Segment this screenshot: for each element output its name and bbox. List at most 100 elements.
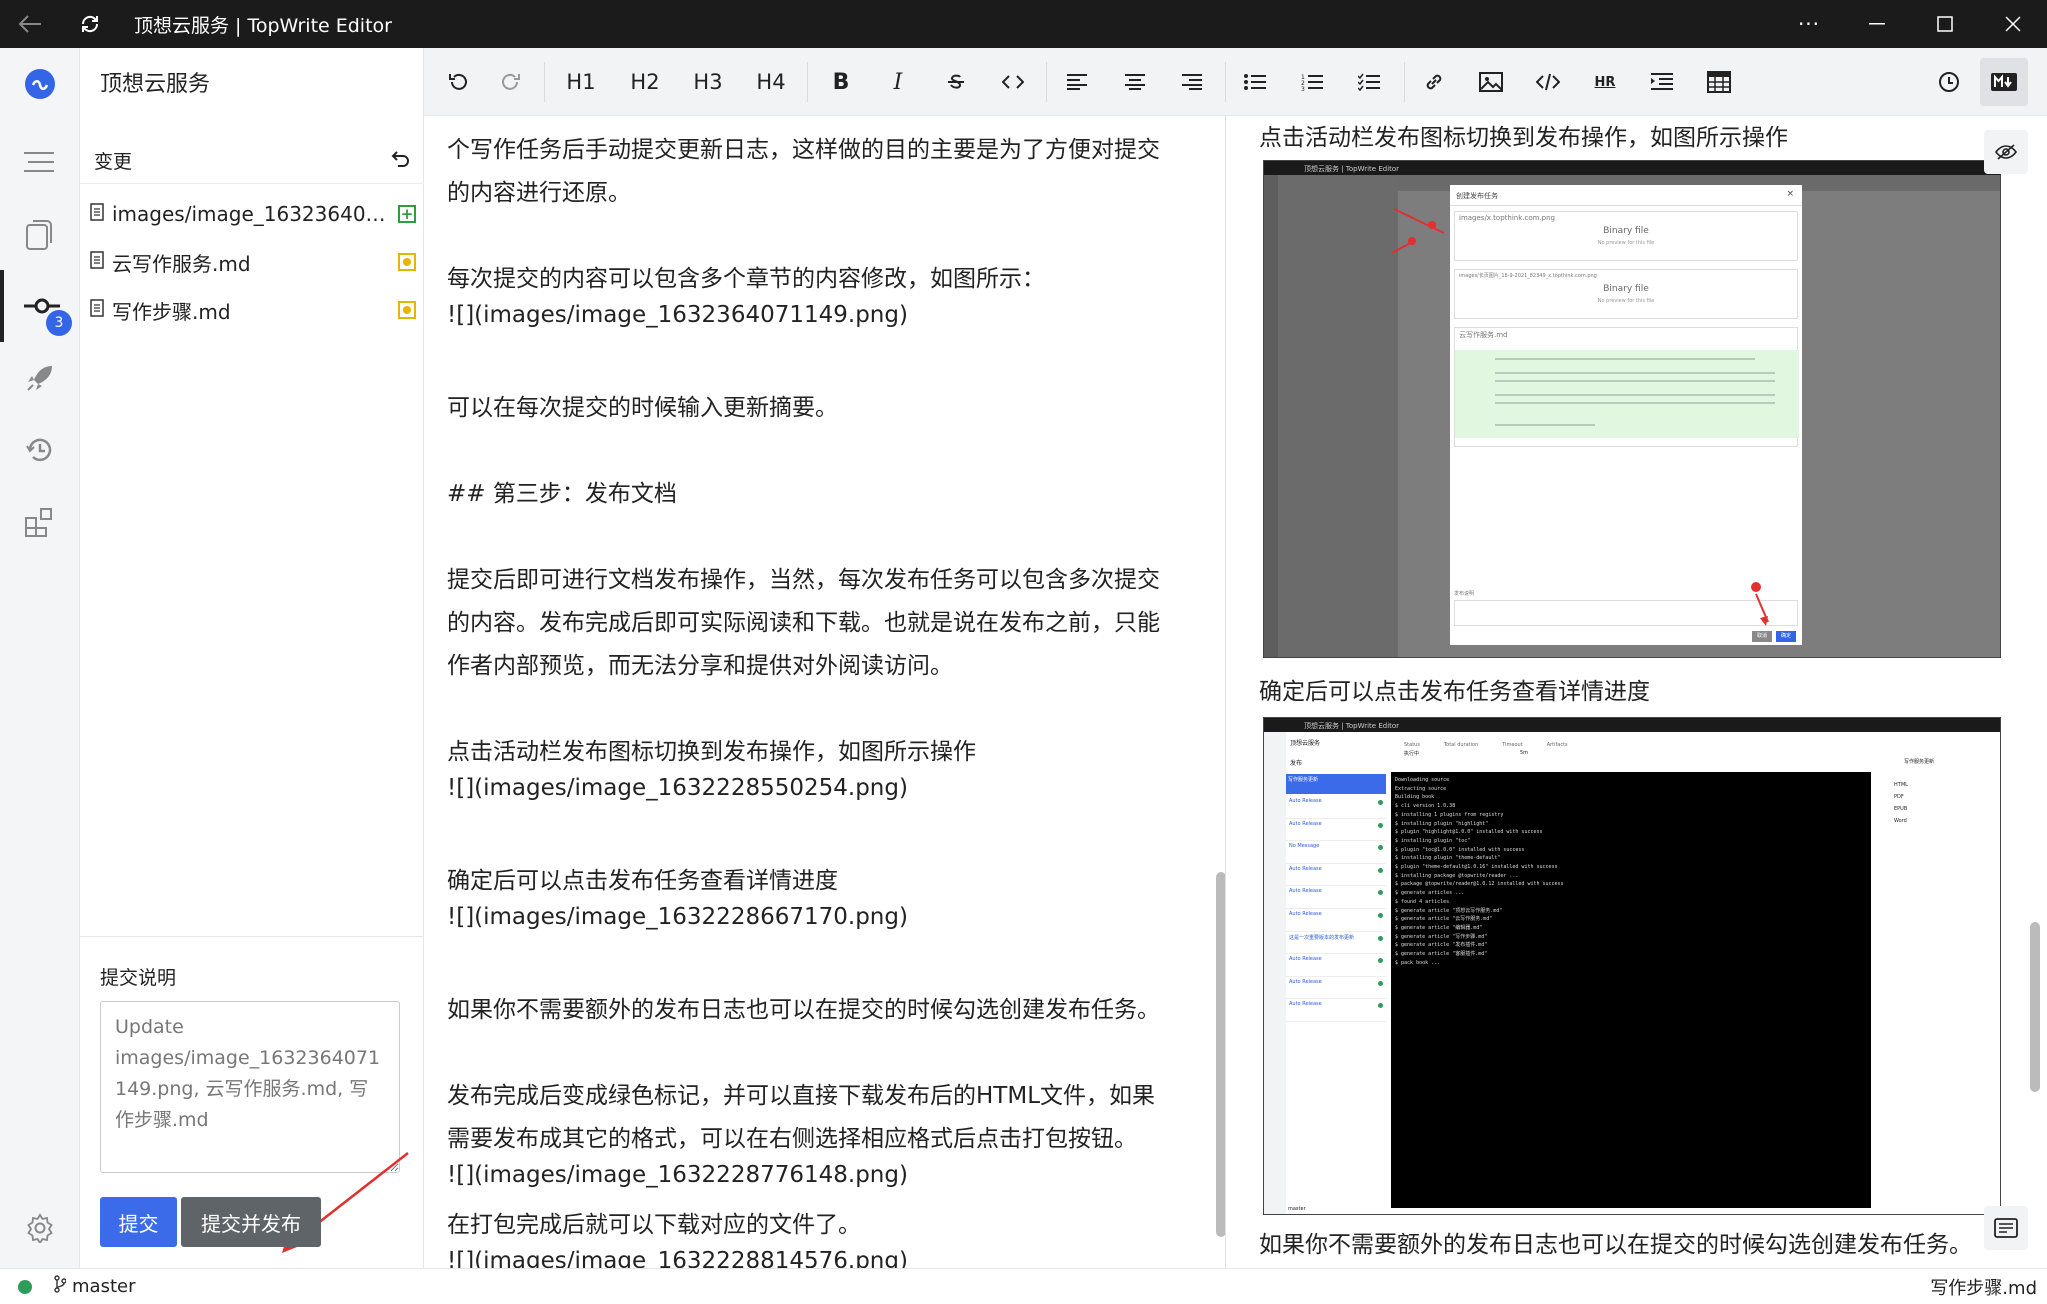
source-control-icon[interactable]: 3 xyxy=(0,270,80,342)
logo-icon xyxy=(0,48,80,120)
editor-line: ![](images/image_1632228667170.png) xyxy=(447,904,908,930)
outline-icon[interactable] xyxy=(0,126,80,198)
code-block-icon[interactable] xyxy=(1525,59,1571,105)
editor-line: 如果你不需要额外的发布日志也可以在提交的时候勾选创建发布任务。 xyxy=(447,997,1160,1023)
editor-line: ![](images/image_1632228776148.png) xyxy=(447,1162,908,1188)
file-name: images/image_1632364071149.png xyxy=(112,202,390,226)
git-branch-icon xyxy=(54,1275,67,1298)
success-dot-icon xyxy=(1378,867,1383,873)
success-dot-icon xyxy=(1378,800,1383,805)
heading2-button[interactable]: H2 xyxy=(619,59,671,105)
discard-changes-icon[interactable] xyxy=(390,149,410,172)
window-title: 顶想云服务 | TopWrite Editor xyxy=(134,14,392,37)
changed-file-item[interactable]: 写作步骤.md xyxy=(80,286,424,334)
shot-col: Timeout xyxy=(1502,742,1523,748)
success-dot-icon xyxy=(1378,890,1383,896)
toc-toggle-icon[interactable] xyxy=(1984,1206,2028,1250)
numbered-list-icon[interactable]: 123 xyxy=(1289,59,1335,105)
maximize-button[interactable] xyxy=(1911,0,1979,48)
no-preview-label: No preview for this file xyxy=(1597,298,1655,304)
log-line: $ installing 1 plugins from registry xyxy=(1395,811,1504,818)
heading3-button[interactable]: H3 xyxy=(682,59,734,105)
shot-columns: Status Total duration Timeout Artifacts xyxy=(1404,742,1568,748)
connection-status-dot xyxy=(18,1279,32,1294)
dialog-cancel-button: 取消 xyxy=(1752,631,1772,642)
added-status-icon: + xyxy=(398,205,416,223)
redo-icon[interactable] xyxy=(488,59,534,105)
file-icon xyxy=(90,298,104,322)
heading4-button[interactable]: H4 xyxy=(745,59,797,105)
modified-status-icon xyxy=(398,253,416,271)
file-icon xyxy=(90,202,104,226)
settings-gear-icon[interactable] xyxy=(0,1192,80,1264)
align-right-icon[interactable] xyxy=(1169,59,1215,105)
history-icon[interactable] xyxy=(0,414,80,486)
close-button[interactable] xyxy=(1979,0,2047,48)
dialog-desc-label: 发布说明 xyxy=(1454,591,1475,597)
changed-file-item[interactable]: images/image_1632364071149.png + xyxy=(80,190,424,238)
shot-titlebar: 顶想云服务 | TopWrite Editor xyxy=(1264,718,2000,732)
status-bar: master 写作步骤.md xyxy=(0,1268,2047,1304)
shot-release-item: Auto Release xyxy=(1286,909,1386,932)
branch-name[interactable]: master xyxy=(72,1276,135,1297)
inline-code-icon[interactable] xyxy=(990,59,1036,105)
align-left-icon[interactable] xyxy=(1054,59,1100,105)
shot-release-item: No Message xyxy=(1286,841,1386,864)
log-line: $ generate article "编辑器.md" xyxy=(1395,924,1483,931)
shot-build-log: Downloading source Extracting source Build… xyxy=(1391,772,1871,1208)
log-line: $ installing plugin "toc" xyxy=(1395,837,1471,844)
bullet-list-icon[interactable] xyxy=(1232,59,1278,105)
shot-right-title: 写作服务更新 xyxy=(1904,759,1935,765)
log-line: $ generate article "顶想云写作服务.md" xyxy=(1395,907,1503,914)
editor-line: 作者内部预览，而无法分享和提供对外阅读访问。 xyxy=(447,653,953,679)
strikethrough-icon[interactable] xyxy=(933,59,979,105)
hide-preview-icon[interactable] xyxy=(1984,130,2028,174)
undo-icon[interactable] xyxy=(435,59,481,105)
success-dot-icon xyxy=(1378,935,1383,941)
source-control-sidebar: 顶想云服务 变更 images/image_1632364071149.png … xyxy=(80,48,424,1268)
italic-button[interactable]: I xyxy=(875,59,921,105)
more-icon: ··· xyxy=(1797,12,1821,36)
log-line: $ plugin "theme-default@1.0.16" installe… xyxy=(1395,864,1558,871)
table-icon[interactable] xyxy=(1696,59,1742,105)
no-preview-label: No preview for this file xyxy=(1597,240,1655,246)
file-icon xyxy=(90,250,104,274)
horizontal-rule-button[interactable]: HR xyxy=(1582,59,1628,105)
markdown-editor[interactable]: …………………………………………… 个写作任务后手动提交更新日志，这样做的目的主… xyxy=(424,116,1225,1268)
log-line: $ found 4 articles xyxy=(1395,898,1450,905)
back-arrow-icon[interactable] xyxy=(0,0,60,48)
task-list-icon[interactable] xyxy=(1346,59,1392,105)
success-dot-icon xyxy=(1378,958,1383,964)
align-center-icon[interactable] xyxy=(1112,59,1158,105)
rocket-icon[interactable] xyxy=(0,342,80,414)
markdown-mode-icon[interactable] xyxy=(1980,58,2028,106)
editor-line: 提交后即可进行文档发布操作，当然，每次发布任务可以包含多次提交 xyxy=(447,567,1160,593)
changed-file-item[interactable]: 云写作服务.md xyxy=(80,238,424,286)
title-bar: 顶想云服务 | TopWrite Editor ··· xyxy=(0,0,2047,48)
current-file-name: 写作步骤.md xyxy=(1930,1277,2037,1299)
minimize-button[interactable] xyxy=(1843,0,1911,48)
success-dot-icon xyxy=(1378,912,1383,918)
preview-image-publish-dialog: 顶想云服务 | TopWrite Editor 创建发布任务 × images/… xyxy=(1263,160,2001,658)
file-name: 写作步骤.md xyxy=(112,299,231,324)
preview-scrollbar[interactable] xyxy=(2030,922,2040,1092)
shot-release-list: Auto Release Auto Release No Message Auto R… xyxy=(1286,796,1386,1022)
files-icon[interactable] xyxy=(0,198,80,270)
heading1-button[interactable]: H1 xyxy=(555,59,607,105)
indent-icon[interactable] xyxy=(1639,59,1685,105)
log-line: $ installing plugin "theme-default" xyxy=(1395,855,1501,862)
commit-and-publish-button[interactable]: 提交并发布 xyxy=(181,1197,321,1247)
commit-button[interactable]: 提交 xyxy=(100,1197,177,1247)
sync-icon[interactable] xyxy=(60,0,120,48)
changes-header: 变更 xyxy=(80,138,424,184)
editor-line: 发布完成后变成绿色标记，并可以直接下载发布后的HTML文件，如果 xyxy=(447,1083,1156,1109)
image-icon[interactable] xyxy=(1468,59,1514,105)
log-line: $ pack book ... xyxy=(1395,959,1441,966)
bold-button[interactable]: B xyxy=(818,59,864,105)
extensions-icon[interactable] xyxy=(0,486,80,558)
publish-dialog: 创建发布任务 × images/x.topthink.com.png Binar… xyxy=(1450,185,1802,645)
more-menu-button[interactable]: ··· xyxy=(1775,0,1843,48)
link-icon[interactable] xyxy=(1411,59,1457,105)
history-toggle-icon[interactable] xyxy=(1926,59,1972,105)
format-option: Word xyxy=(1894,818,1907,824)
